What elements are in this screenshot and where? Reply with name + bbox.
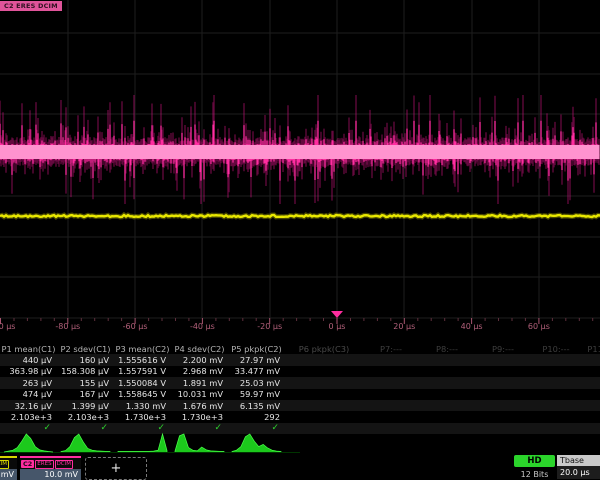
param-value-cell: 292 bbox=[228, 412, 285, 422]
param-value-cell: 440 µV bbox=[0, 355, 57, 365]
c1-volts-per-div: 10.0 mV bbox=[0, 469, 17, 480]
param-value-cell: 1.557591 V bbox=[114, 366, 171, 376]
param-header-cell-disabled[interactable]: P11:--- bbox=[581, 344, 600, 354]
param-header-cell-disabled[interactable]: P10:--- bbox=[531, 344, 581, 354]
param-value-cell: 167 µV bbox=[57, 389, 114, 399]
time-axis: -100 µs -80 µs -60 µs -40 µs -20 µs 0 µs 20 µs… bbox=[0, 322, 600, 334]
param-value-cell: 1.891 mV bbox=[171, 378, 228, 388]
axis-tick-label: -60 µs bbox=[123, 322, 148, 331]
c2-channel-badge: C2 bbox=[21, 460, 34, 468]
histicon[interactable] bbox=[0, 430, 57, 455]
param-value-cell: 6.135 mV bbox=[228, 401, 285, 411]
c2-processing-badge: ERES bbox=[35, 460, 53, 469]
param-header-cell[interactable]: P5 pkpk(C2) bbox=[228, 344, 285, 354]
histicon[interactable] bbox=[171, 430, 228, 455]
timebase-descriptor[interactable]: Tbase 20.0 µs bbox=[557, 455, 600, 480]
param-value-cell: 1.330 mV bbox=[114, 401, 171, 411]
param-value-cell: 1.399 µV bbox=[57, 401, 114, 411]
param-value-cell: 1.550084 V bbox=[114, 378, 171, 388]
param-value-cell: 33.477 mV bbox=[228, 366, 285, 376]
param-value-cell: 1.555616 V bbox=[114, 355, 171, 365]
param-value-cell: 160 µV bbox=[57, 355, 114, 365]
hd-bits-label: 12 Bits bbox=[514, 470, 555, 479]
param-value-cell: 474 µV bbox=[0, 389, 57, 399]
param-value-cell: 32.16 µV bbox=[0, 401, 57, 411]
axis-tick-label: -40 µs bbox=[190, 322, 215, 331]
param-value-cell: 1.676 mV bbox=[171, 401, 228, 411]
param-value-cell: 2.103e+3 bbox=[0, 412, 57, 422]
c2-volts-per-div: 10.0 mV bbox=[20, 469, 81, 480]
axis-tick-label: -100 µs bbox=[0, 322, 15, 331]
param-header-cell[interactable]: P4 sdev(C2) bbox=[171, 344, 228, 354]
c1-processing-badge: DCIM bbox=[0, 460, 9, 469]
axis-tick-label: 60 µs bbox=[528, 322, 550, 331]
scope-graticule bbox=[0, 0, 600, 334]
param-header-cell-disabled[interactable]: P7:--- bbox=[363, 344, 419, 354]
channel-descriptor-c1[interactable]: C1ERESDCIM 10.0 mV bbox=[0, 456, 17, 480]
measurement-table: P1 mean(C1)P2 sdev(C1)P3 mean(C2)P4 sdev… bbox=[0, 343, 600, 434]
hd-mode-badge[interactable]: HD bbox=[514, 455, 555, 467]
param-value-cell: 1.730e+3 bbox=[114, 412, 171, 422]
param-value-cell: 1.730e+3 bbox=[171, 412, 228, 422]
axis-tick-label: -80 µs bbox=[55, 322, 80, 331]
c2-processing-badge: DCIM bbox=[55, 460, 73, 469]
timebase-value: 20.0 µs bbox=[557, 466, 600, 479]
axis-tick-label: 0 µs bbox=[329, 322, 346, 331]
param-value-cell: 158.308 µV bbox=[57, 366, 114, 376]
param-header-cell[interactable]: P1 mean(C1) bbox=[0, 344, 57, 354]
trigger-position-marker bbox=[331, 311, 343, 318]
axis-tick-label: -20 µs bbox=[257, 322, 282, 331]
histicon[interactable] bbox=[57, 430, 114, 455]
param-value-cell: 2.200 mV bbox=[171, 355, 228, 365]
param-value-cell: 363.98 µV bbox=[0, 366, 57, 376]
param-value-cell: 263 µV bbox=[0, 378, 57, 388]
param-value-cell: 59.97 mV bbox=[228, 389, 285, 399]
param-value-cell: 25.03 mV bbox=[228, 378, 285, 388]
histicon-row bbox=[0, 430, 600, 455]
axis-tick-label: 20 µs bbox=[393, 322, 415, 331]
oscilloscope-screen: C2 ERES DCIM -100 µs -80 µs -60 µs -40 µs -2… bbox=[0, 0, 600, 480]
add-trace-button[interactable]: + bbox=[85, 457, 147, 480]
param-value-cell: 27.97 mV bbox=[228, 355, 285, 365]
param-value-cell: 1.558645 V bbox=[114, 389, 171, 399]
param-header-cell[interactable]: P2 sdev(C1) bbox=[57, 344, 114, 354]
channel-descriptor-c2[interactable]: C2ERESDCIM 10.0 mV bbox=[20, 456, 81, 480]
param-value-cell: 2.968 mV bbox=[171, 366, 228, 376]
param-value-cell: 2.103e+3 bbox=[57, 412, 114, 422]
waveform-display-area[interactable]: C2 ERES DCIM -100 µs -80 µs -60 µs -40 µs -2… bbox=[0, 0, 600, 334]
param-header-cell-disabled[interactable]: P9:--- bbox=[475, 344, 531, 354]
param-value-cell: 155 µV bbox=[57, 378, 114, 388]
timebase-title: Tbase bbox=[557, 455, 600, 466]
param-header-cell-disabled[interactable]: P8:--- bbox=[419, 344, 475, 354]
histicon[interactable] bbox=[228, 430, 285, 455]
param-header-cell[interactable]: P3 mean(C2) bbox=[114, 344, 171, 354]
grid-trace-tab[interactable]: C2 ERES DCIM bbox=[0, 1, 62, 11]
histicon[interactable] bbox=[114, 430, 171, 455]
param-header-cell-disabled[interactable]: P6 pkpk(C3) bbox=[285, 344, 363, 354]
param-value-cell: 10.031 mV bbox=[171, 389, 228, 399]
axis-tick-label: 40 µs bbox=[461, 322, 483, 331]
